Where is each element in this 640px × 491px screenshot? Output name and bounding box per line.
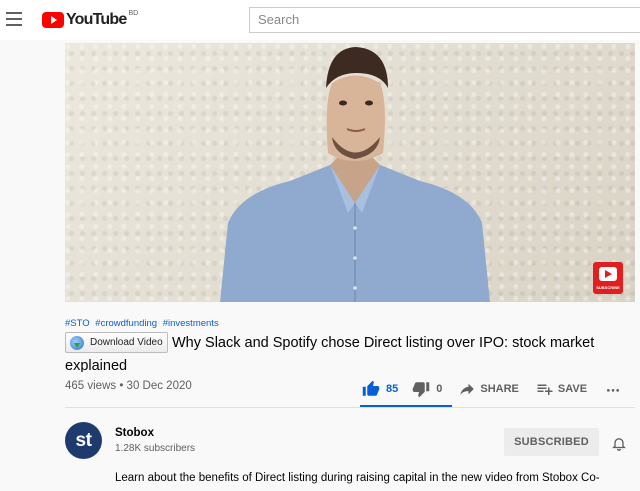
save-label: SAVE: [557, 383, 588, 395]
video-actions: 85 0 SHARE SAVE: [362, 378, 621, 400]
dislike-count: 0: [436, 383, 443, 395]
thumbs-down-icon: [413, 382, 430, 398]
divider: [65, 407, 635, 408]
share-button[interactable]: SHARE: [458, 380, 519, 398]
subscriber-count: 1.28K subscribers: [115, 443, 196, 454]
masthead: YouTube BD Search: [0, 0, 640, 40]
save-button[interactable]: SAVE: [536, 380, 587, 398]
play-icon: [599, 267, 617, 281]
country-code: BD: [128, 10, 139, 17]
youtube-logo[interactable]: YouTube BD: [42, 10, 139, 29]
channel-name[interactable]: Stobox: [115, 427, 154, 439]
download-video-label: Download Video: [90, 337, 163, 348]
hashtag-sto[interactable]: #STO: [65, 318, 90, 329]
youtube-watch-page: YouTube BD Search SUBSCRIBE #STO #crowdf…: [0, 0, 640, 491]
bell-icon: [612, 438, 626, 451]
like-button[interactable]: 85: [362, 380, 398, 398]
menu-icon[interactable]: [6, 12, 22, 26]
channel-avatar[interactable]: st: [65, 422, 102, 459]
search-input[interactable]: Search: [249, 7, 640, 33]
video-description: Learn about the benefits of Direct listi…: [115, 472, 600, 484]
playlist-add-icon: [537, 384, 553, 395]
view-count-date: 465 views • 30 Dec 2020: [65, 380, 192, 392]
hashtag-crowdfunding[interactable]: #crowdfunding: [95, 318, 157, 329]
like-count: 85: [386, 383, 399, 395]
share-icon: [460, 383, 475, 395]
dislike-button[interactable]: 0: [412, 380, 442, 398]
more-horizontal-icon: [607, 389, 620, 392]
subscribe-watermark[interactable]: SUBSCRIBE: [593, 262, 623, 294]
download-video-button[interactable]: Download Video: [65, 332, 168, 353]
thumbs-up-icon: [362, 380, 380, 396]
video-player[interactable]: SUBSCRIBE: [65, 43, 635, 302]
youtube-play-icon: [42, 12, 64, 28]
hashtag-investments[interactable]: #investments: [163, 318, 219, 329]
notification-bell-button[interactable]: [611, 435, 627, 457]
video-frame-person: [220, 47, 490, 302]
subscribe-watermark-label: SUBSCRIBE: [596, 285, 620, 290]
subscribed-button[interactable]: SUBSCRIBED: [504, 428, 599, 456]
share-label: SHARE: [480, 383, 519, 395]
more-actions-button[interactable]: [605, 381, 621, 397]
logo-text: YouTube: [66, 11, 127, 28]
download-globe-icon: [70, 335, 84, 350]
hashtags: #STO #crowdfunding #investments: [65, 318, 222, 329]
